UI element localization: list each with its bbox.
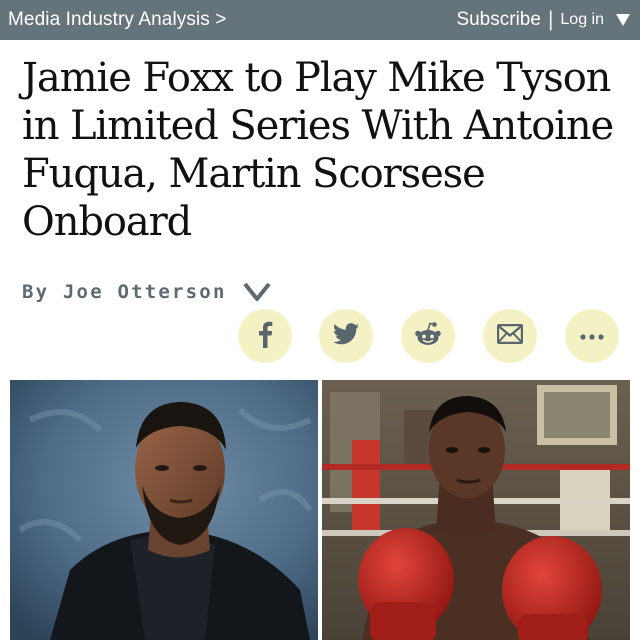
- subscribe-link[interactable]: Subscribe: [456, 9, 541, 31]
- top-nav-bar: Media Industry Analysis > Subscribe | Lo…: [0, 0, 640, 40]
- login-link[interactable]: Log in: [560, 11, 604, 29]
- share-more-button[interactable]: [565, 309, 619, 363]
- share-reddit-button[interactable]: [401, 309, 455, 363]
- boxer-photo: [322, 380, 630, 640]
- chevron-down-icon[interactable]: [243, 282, 271, 302]
- account-links: Subscribe | Log in: [456, 8, 630, 32]
- article-headline: Jamie Foxx to Play Mike Tyson in Limited…: [22, 55, 614, 245]
- byline: By Joe Otterson: [22, 280, 271, 304]
- share-email-button[interactable]: [483, 309, 537, 363]
- author-name[interactable]: By Joe Otterson: [22, 281, 227, 303]
- email-icon: [496, 323, 524, 349]
- more-icon: [580, 327, 604, 345]
- share-twitter-button[interactable]: [319, 309, 373, 363]
- portrait-photo: [10, 380, 318, 640]
- section-link[interactable]: Media Industry Analysis >: [8, 9, 226, 31]
- twitter-icon: [333, 322, 359, 350]
- dropdown-caret-icon[interactable]: [616, 14, 630, 26]
- divider: |: [547, 8, 554, 31]
- share-facebook-button[interactable]: [238, 309, 292, 363]
- facebook-icon: [256, 320, 274, 353]
- reddit-icon: [414, 321, 442, 352]
